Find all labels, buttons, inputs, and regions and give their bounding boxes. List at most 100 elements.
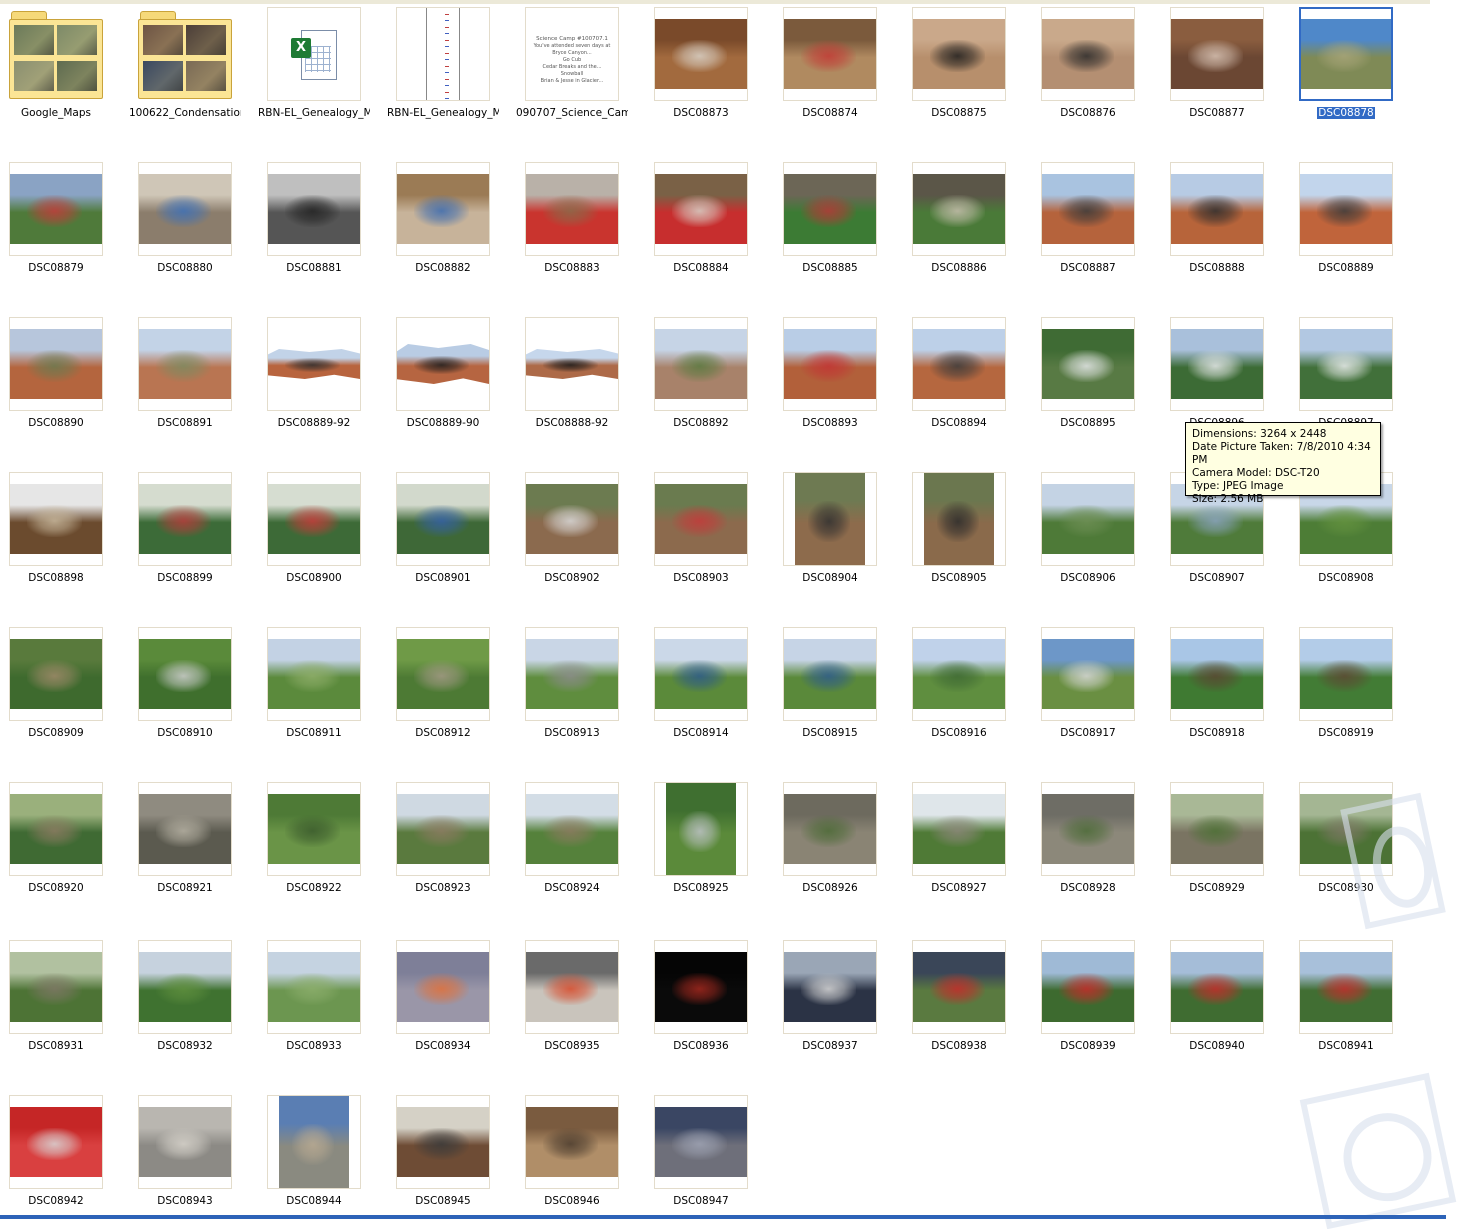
file-item[interactable]: DSC08941 xyxy=(1290,933,1419,1073)
file-item[interactable]: DSC08888-92 xyxy=(516,310,645,450)
file-item[interactable]: DSC08919 xyxy=(1290,620,1419,760)
file-item[interactable]: DSC08879 xyxy=(0,155,129,295)
file-item[interactable]: DSC08943 xyxy=(129,1088,258,1228)
file-name-label: DSC08885 xyxy=(774,262,886,274)
file-item[interactable]: DSC08877 xyxy=(1161,0,1290,140)
file-item[interactable]: DSC08880 xyxy=(129,155,258,295)
file-name-text: DSC08877 xyxy=(1189,107,1245,119)
file-item[interactable]: DSC08889-92 xyxy=(258,310,387,450)
file-item[interactable]: DSC08893 xyxy=(774,310,903,450)
file-name-label: DSC08933 xyxy=(258,1040,370,1052)
file-item[interactable]: DSC08905 xyxy=(903,465,1032,605)
file-item[interactable]: DSC08933 xyxy=(258,933,387,1073)
file-item[interactable]: DSC08898 xyxy=(0,465,129,605)
file-item[interactable]: RBN-EL_Genealogy_Map xyxy=(387,0,516,140)
tooltip-camera-model: Camera Model: DSC-T20 xyxy=(1192,467,1320,479)
file-item[interactable]: DSC08915 xyxy=(774,620,903,760)
file-item[interactable]: DSC08945 xyxy=(387,1088,516,1228)
file-item[interactable]: DSC08929 xyxy=(1161,775,1290,915)
file-item[interactable]: DSC08892 xyxy=(645,310,774,450)
thumbnail xyxy=(1170,7,1264,101)
file-item[interactable]: DSC08942 xyxy=(0,1088,129,1228)
file-item[interactable]: DSC08944 xyxy=(258,1088,387,1228)
file-item[interactable]: DSC08888 xyxy=(1161,155,1290,295)
file-name-label: DSC08912 xyxy=(387,727,499,739)
file-item[interactable]: DSC08939 xyxy=(1032,933,1161,1073)
file-name-label: DSC08916 xyxy=(903,727,1015,739)
file-item[interactable]: DSC08932 xyxy=(129,933,258,1073)
file-item[interactable]: DSC08882 xyxy=(387,155,516,295)
thumbnail xyxy=(1041,317,1135,411)
file-item[interactable]: DSC08936 xyxy=(645,933,774,1073)
file-name-label: DSC08884 xyxy=(645,262,757,274)
file-item[interactable]: DSC08873 xyxy=(645,0,774,140)
file-item[interactable]: DSC08917 xyxy=(1032,620,1161,760)
file-item[interactable]: DSC08934 xyxy=(387,933,516,1073)
file-item[interactable]: DSC08931 xyxy=(0,933,129,1073)
file-name-text: DSC08909 xyxy=(28,727,84,739)
file-item[interactable]: DSC08885 xyxy=(774,155,903,295)
file-item[interactable]: DSC08947 xyxy=(645,1088,774,1228)
file-item[interactable]: DSC08916 xyxy=(903,620,1032,760)
file-item[interactable]: DSC08920 xyxy=(0,775,129,915)
file-item[interactable]: Science Camp #100707.1 You've attended se… xyxy=(516,0,645,140)
file-item[interactable]: DSC08923 xyxy=(387,775,516,915)
file-name-label: DSC08901 xyxy=(387,572,499,584)
file-item[interactable]: DSC08891 xyxy=(129,310,258,450)
file-item[interactable]: DSC08921 xyxy=(129,775,258,915)
thumbnail xyxy=(267,317,361,411)
file-item[interactable]: DSC08875 xyxy=(903,0,1032,140)
file-item[interactable]: DSC08927 xyxy=(903,775,1032,915)
file-item[interactable]: DSC08924 xyxy=(516,775,645,915)
folder-item[interactable]: 100622_Condensation xyxy=(129,0,258,140)
file-item[interactable]: DSC08903 xyxy=(645,465,774,605)
file-item[interactable]: DSC08940 xyxy=(1161,933,1290,1073)
file-item[interactable]: DSC08890 xyxy=(0,310,129,450)
file-item[interactable]: DSC08889-90 xyxy=(387,310,516,450)
file-name-label: DSC08936 xyxy=(645,1040,757,1052)
folder-item[interactable]: Google_Maps xyxy=(0,0,129,140)
file-item[interactable]: DSC08928 xyxy=(1032,775,1161,915)
file-name-text: DSC08905 xyxy=(931,572,987,584)
file-name-label: DSC08876 xyxy=(1032,107,1144,119)
file-name-text: DSC08889 xyxy=(1318,262,1374,274)
file-item[interactable]: DSC08895 xyxy=(1032,310,1161,450)
file-item[interactable]: DSC08910 xyxy=(129,620,258,760)
file-name-label: DSC08874 xyxy=(774,107,886,119)
file-item[interactable]: DSC08886 xyxy=(903,155,1032,295)
file-item[interactable]: DSC08874 xyxy=(774,0,903,140)
file-item[interactable]: DSC08902 xyxy=(516,465,645,605)
file-item[interactable]: DSC08922 xyxy=(258,775,387,915)
file-item[interactable]: DSC08900 xyxy=(258,465,387,605)
file-item[interactable]: DSC08909 xyxy=(0,620,129,760)
file-item[interactable]: DSC08894 xyxy=(903,310,1032,450)
file-item[interactable]: DSC08913 xyxy=(516,620,645,760)
file-item[interactable]: DSC08899 xyxy=(129,465,258,605)
file-item[interactable]: DSC08883 xyxy=(516,155,645,295)
file-item[interactable]: DSC08889 xyxy=(1290,155,1419,295)
file-item[interactable]: DSC08881 xyxy=(258,155,387,295)
file-item[interactable]: DSC08876 xyxy=(1032,0,1161,140)
file-item[interactable]: DSC08878 xyxy=(1290,0,1419,140)
thumbnail xyxy=(912,940,1006,1034)
file-item[interactable]: DSC08884 xyxy=(645,155,774,295)
thumbnail xyxy=(267,472,361,566)
file-item[interactable]: DSC08938 xyxy=(903,933,1032,1073)
file-item[interactable]: DSC08901 xyxy=(387,465,516,605)
file-item[interactable]: DSC08912 xyxy=(387,620,516,760)
thumbnail-view[interactable]: Google_Maps 100622_Condensation X RBN-EL_Ge… xyxy=(0,0,1460,1219)
file-item[interactable]: DSC08925 xyxy=(645,775,774,915)
file-item[interactable]: DSC08946 xyxy=(516,1088,645,1228)
file-item[interactable]: DSC08918 xyxy=(1161,620,1290,760)
file-item[interactable]: X RBN-EL_Genealogy_Map xyxy=(258,0,387,140)
file-item[interactable]: DSC08935 xyxy=(516,933,645,1073)
file-item[interactable]: DSC08906 xyxy=(1032,465,1161,605)
file-item[interactable]: DSC08887 xyxy=(1032,155,1161,295)
file-item[interactable]: DSC08911 xyxy=(258,620,387,760)
file-item[interactable]: DSC08914 xyxy=(645,620,774,760)
file-item[interactable]: DSC08937 xyxy=(774,933,903,1073)
thumbnail xyxy=(783,162,877,256)
file-item[interactable]: DSC08904 xyxy=(774,465,903,605)
file-item[interactable]: DSC08926 xyxy=(774,775,903,915)
thumbnail xyxy=(783,627,877,721)
